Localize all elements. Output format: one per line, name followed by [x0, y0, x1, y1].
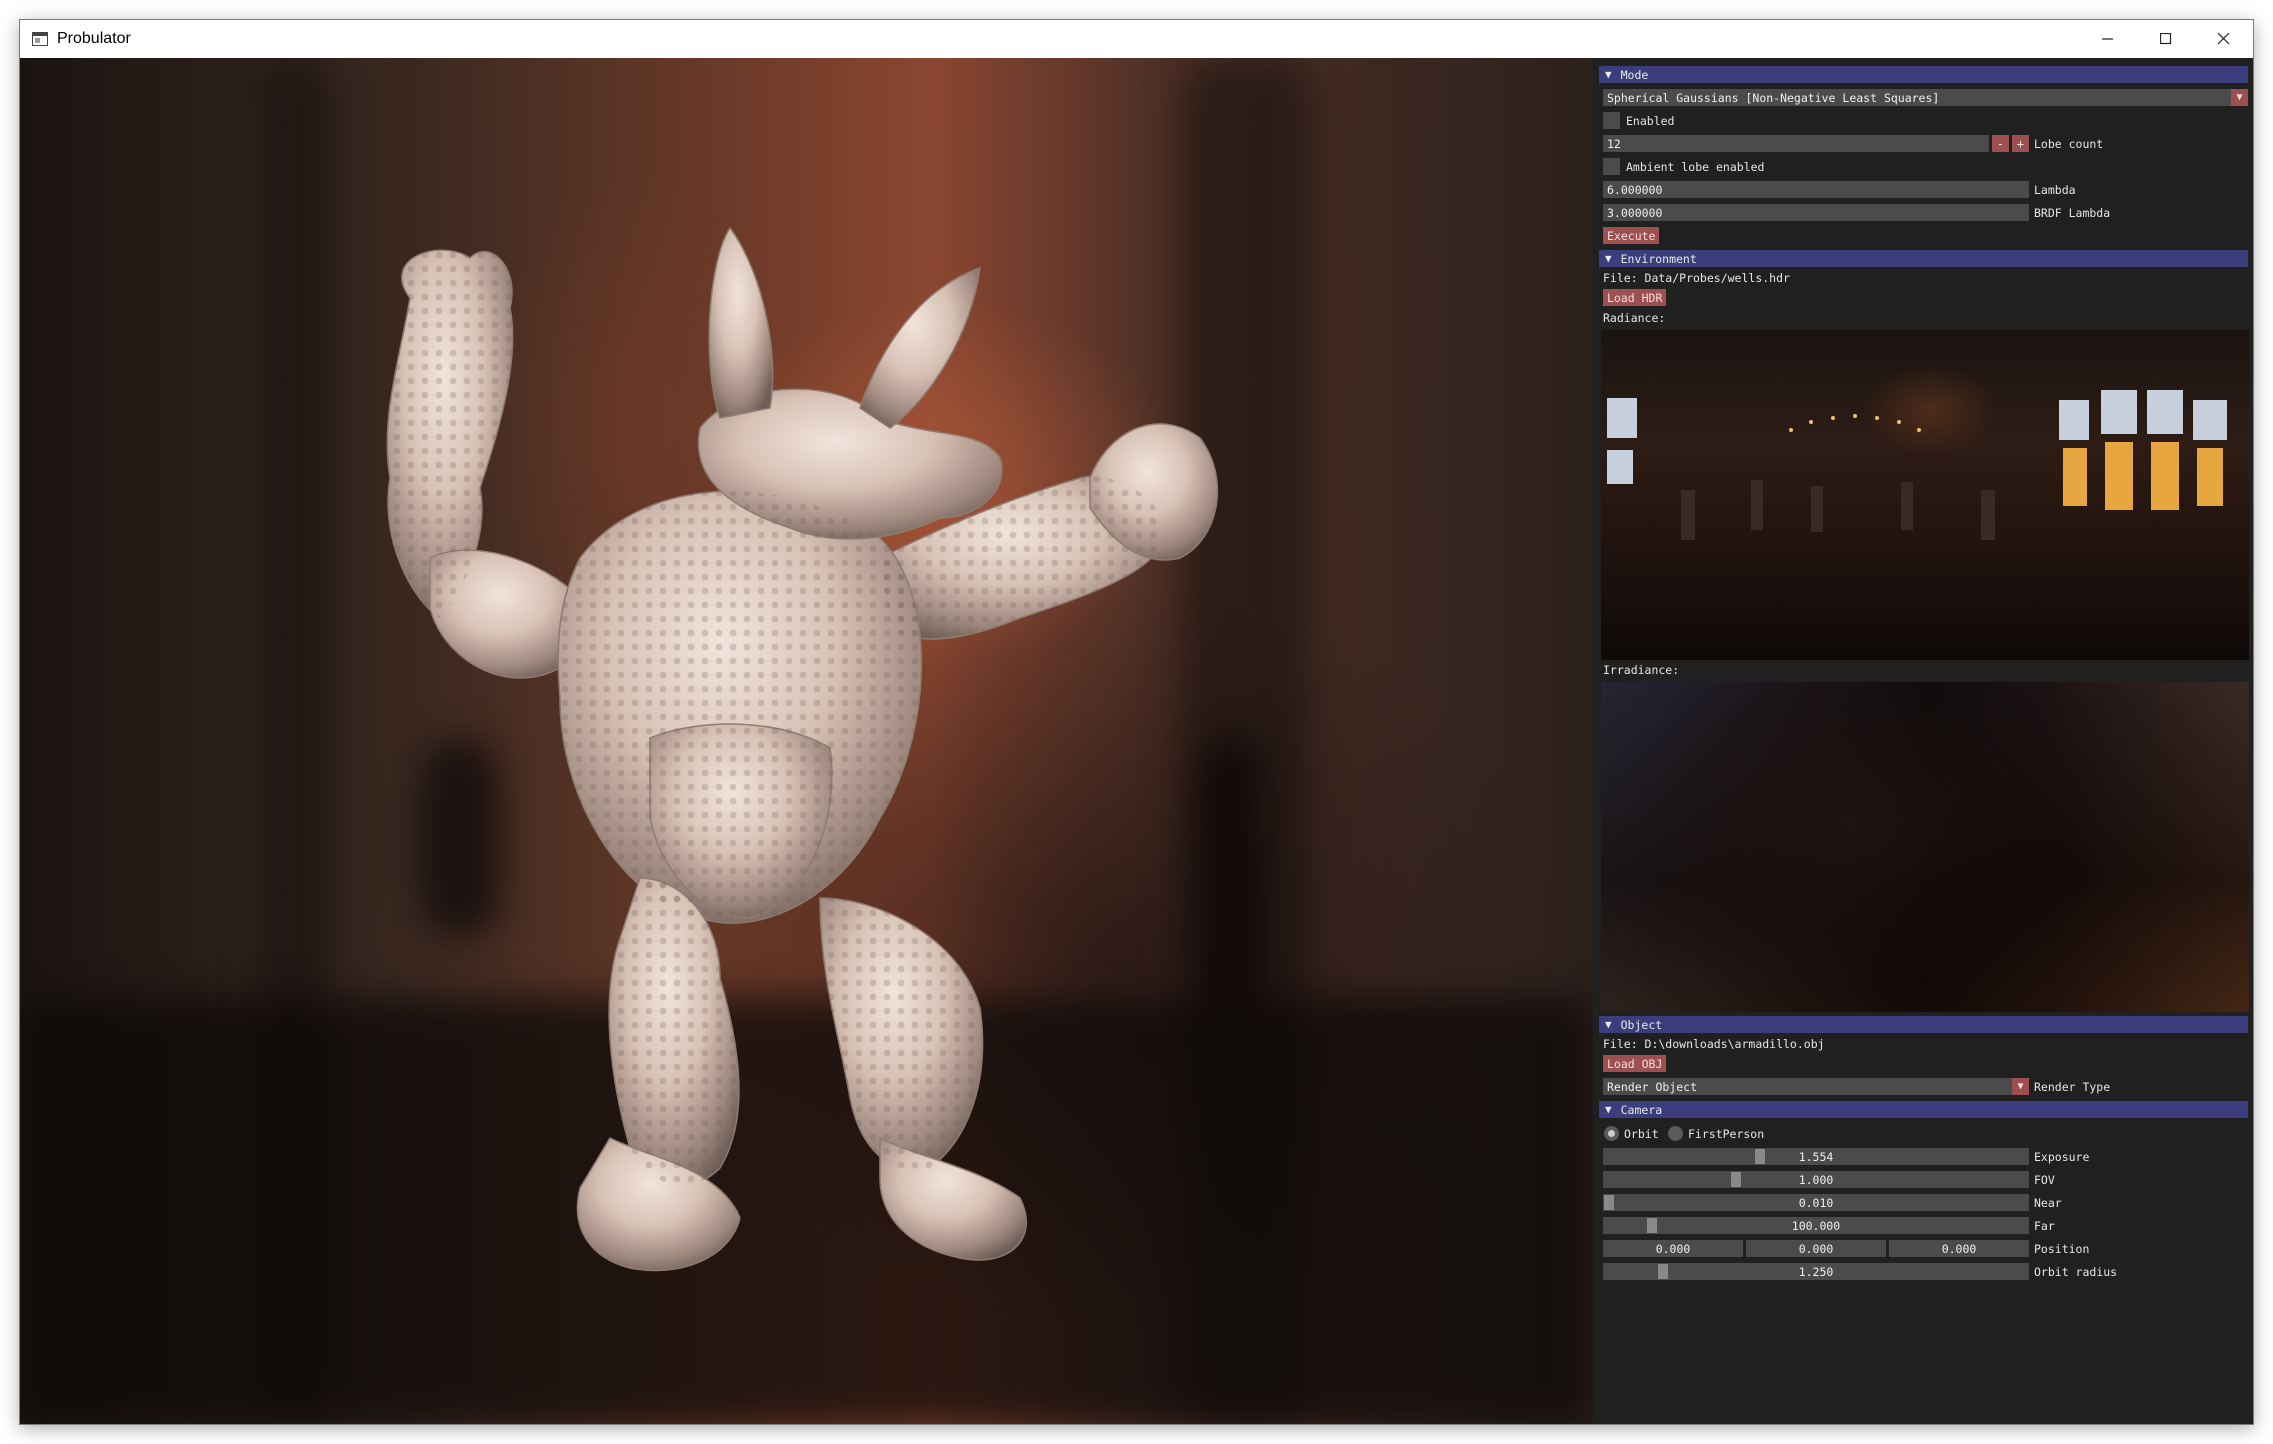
lobe-count-input[interactable]: 12 — [1603, 135, 1989, 152]
execute-button[interactable]: Execute — [1603, 227, 1660, 244]
lambda-label: Lambda — [2034, 182, 2076, 197]
environment-section-header[interactable]: ▼ Environment — [1599, 250, 2248, 267]
position-x-value: 0.000 — [1655, 1241, 1691, 1256]
near-slider[interactable]: 0.010 — [1603, 1194, 2029, 1211]
fov-slider-handle[interactable] — [1731, 1172, 1741, 1187]
far-slider-handle[interactable] — [1647, 1218, 1657, 1233]
maximize-button[interactable] — [2137, 20, 2195, 58]
minimize-icon — [2102, 38, 2113, 40]
triangle-down-icon[interactable]: ▼ — [2231, 89, 2248, 106]
near-value: 0.010 — [1798, 1195, 1834, 1210]
object-header-label: Object — [1620, 1017, 1663, 1032]
lobe-count-increment-button[interactable]: + — [2012, 135, 2029, 152]
brdf-lambda-input[interactable]: 3.000000 — [1603, 204, 2029, 221]
lambda-input[interactable]: 6.000000 — [1603, 181, 2029, 198]
brdf-lambda-label: BRDF Lambda — [2034, 205, 2111, 220]
far-label: Far — [2034, 1218, 2055, 1233]
triangle-down-icon: ▼ — [1605, 1103, 1612, 1116]
maximize-icon — [2160, 33, 2172, 45]
fov-value: 1.000 — [1798, 1172, 1834, 1187]
triangle-down-icon: ▼ — [1605, 68, 1612, 81]
irradiance-label: Irradiance: — [1603, 662, 1680, 677]
lobe-count-label: Lobe count — [2034, 136, 2104, 151]
orbit-radius-slider-handle[interactable] — [1658, 1264, 1668, 1279]
window-controls — [2079, 20, 2253, 58]
triangle-down-icon: ▼ — [1605, 1018, 1612, 1031]
fov-slider[interactable]: 1.000 — [1603, 1171, 2029, 1188]
object-section-header[interactable]: ▼ Object — [1599, 1016, 2248, 1033]
radiance-label: Radiance: — [1603, 310, 1666, 325]
ambient-lobe-label: Ambient lobe enabled — [1626, 159, 1765, 174]
position-z-input[interactable]: 0.000 — [1889, 1240, 2029, 1257]
exposure-slider[interactable]: 1.554 — [1603, 1148, 2029, 1165]
mode-section-header[interactable]: ▼ Mode — [1599, 66, 2248, 83]
far-value: 100.000 — [1791, 1218, 1841, 1233]
app-window: Probulator ▼ Mode Spherical Gaussians [N… — [20, 20, 2253, 1424]
position-label: Position — [2034, 1241, 2090, 1256]
firstperson-label: FirstPerson — [1688, 1126, 1765, 1141]
settings-panel: ▼ Mode Spherical Gaussians [Non-Negative… — [1593, 58, 2253, 1424]
armadillo-model — [386, 226, 1219, 1272]
fov-label: FOV — [2034, 1172, 2055, 1187]
exposure-slider-handle[interactable] — [1755, 1149, 1765, 1164]
exposure-value: 1.554 — [1798, 1149, 1834, 1164]
render-type-label: Render Type — [2034, 1079, 2111, 1094]
environment-header-label: Environment — [1620, 251, 1697, 266]
ambient-lobe-checkbox[interactable] — [1603, 158, 1620, 175]
orbit-label: Orbit — [1624, 1126, 1659, 1141]
exposure-label: Exposure — [2034, 1149, 2090, 1164]
triangle-down-icon: ▼ — [1605, 252, 1612, 265]
render-type-value: Render Object — [1607, 1079, 1698, 1094]
object-file-path: File: D:\downloads\armadillo.obj — [1603, 1036, 1825, 1051]
orbit-radius-slider[interactable]: 1.250 — [1603, 1263, 2029, 1280]
lambda-value: 6.000000 — [1607, 182, 1663, 197]
radiance-probe-image — [1607, 390, 2227, 540]
position-y-input[interactable]: 0.000 — [1746, 1240, 1886, 1257]
camera-section-header[interactable]: ▼ Camera — [1599, 1101, 2248, 1118]
app-window-icon — [32, 32, 48, 46]
triangle-down-icon[interactable]: ▼ — [2012, 1078, 2029, 1095]
camera-header-label: Camera — [1620, 1102, 1663, 1117]
irradiance-probe-image — [1601, 682, 2249, 1012]
mode-method-select[interactable]: Spherical Gaussians [Non-Negative Least … — [1603, 89, 2248, 106]
lobe-count-value: 12 — [1607, 136, 1621, 151]
position-z-value: 0.000 — [1941, 1241, 1977, 1256]
minimize-button[interactable] — [2079, 20, 2137, 58]
title-bar[interactable]: Probulator — [20, 20, 2253, 58]
far-slider[interactable]: 100.000 — [1603, 1217, 2029, 1234]
render-type-select[interactable]: Render Object — [1603, 1078, 2029, 1095]
orbit-radius-label: Orbit radius — [2034, 1264, 2118, 1279]
render-viewport[interactable] — [20, 58, 1593, 1424]
load-hdr-button[interactable]: Load HDR — [1603, 289, 1667, 306]
enabled-checkbox[interactable] — [1603, 112, 1620, 129]
position-x-input[interactable]: 0.000 — [1603, 1240, 1743, 1257]
mode-header-label: Mode — [1620, 67, 1649, 82]
enabled-label: Enabled — [1626, 113, 1675, 128]
lobe-count-decrement-button[interactable]: - — [1992, 135, 2009, 152]
load-obj-button[interactable]: Load OBJ — [1603, 1055, 1667, 1072]
environment-file-path: File: Data/Probes/wells.hdr — [1603, 270, 1790, 285]
radiance-probe-image — [1601, 330, 2249, 660]
close-icon — [2218, 33, 2230, 45]
window-title: Probulator — [57, 30, 131, 47]
orbit-radius-value: 1.250 — [1798, 1264, 1834, 1279]
position-y-value: 0.000 — [1798, 1241, 1834, 1256]
firstperson-radio[interactable] — [1668, 1126, 1683, 1141]
close-button[interactable] — [2195, 20, 2253, 58]
orbit-radio[interactable] — [1604, 1126, 1619, 1141]
mode-method-value: Spherical Gaussians [Non-Negative Least … — [1607, 90, 1940, 105]
near-slider-handle[interactable] — [1604, 1195, 1614, 1210]
brdf-lambda-value: 3.000000 — [1607, 205, 1663, 220]
near-label: Near — [2034, 1195, 2062, 1210]
